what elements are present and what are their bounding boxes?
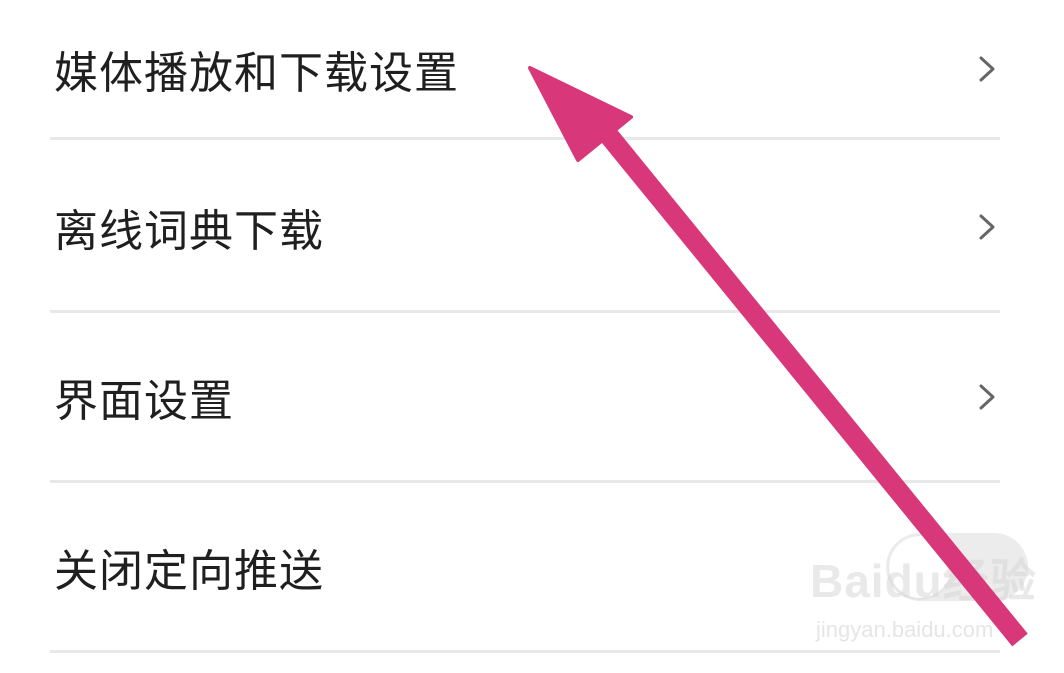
watermark-url: jingyan.baidu.com — [816, 617, 994, 642]
chevron-right-icon — [979, 384, 995, 409]
settings-item-label: 关闭定向推送 — [54, 545, 324, 597]
chevron-right-icon — [979, 214, 995, 239]
chevron-right-icon — [979, 56, 995, 81]
settings-item-media-playback-download[interactable]: 媒体播放和下载设置 — [50, 0, 1000, 140]
baidu-jingyan-watermark: Baidu经验 jingyan.baidu.com — [810, 545, 1036, 655]
watermark-logo: Baidu经验 — [810, 555, 1037, 607]
settings-item-offline-dictionary[interactable]: 离线词典下载 — [50, 143, 1000, 313]
settings-item-label: 媒体播放和下载设置 — [54, 47, 459, 99]
settings-item-label: 离线词典下载 — [54, 205, 324, 257]
settings-item-interface[interactable]: 界面设置 — [50, 313, 1000, 483]
settings-page: 媒体播放和下载设置 离线词典下载 界面设置 关闭定向推送 Baidu经验 jin… — [0, 0, 1064, 673]
settings-item-label: 界面设置 — [54, 375, 234, 427]
